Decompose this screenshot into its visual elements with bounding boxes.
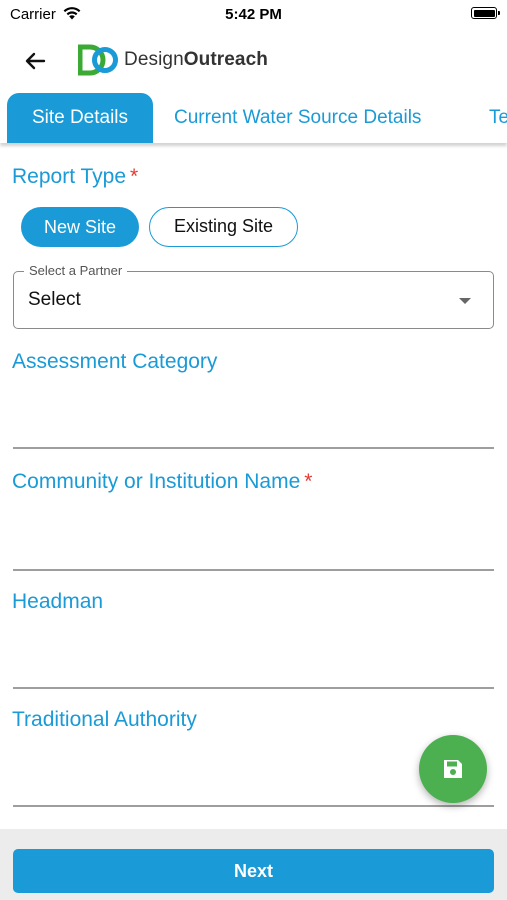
headman-label: Headman	[12, 590, 104, 613]
save-fab-button[interactable]	[419, 735, 487, 803]
brand-name: DesignOutreach	[124, 49, 268, 70]
report-type-label: Report Type *	[12, 165, 139, 188]
dropdown-caret-icon	[459, 298, 471, 304]
design-outreach-logo-icon	[78, 44, 118, 76]
headman-input[interactable]	[13, 636, 494, 686]
traditional-authority-underline	[13, 805, 494, 807]
clock: 5:42 PM	[225, 6, 282, 23]
tab-site-details[interactable]: Site Details	[7, 93, 153, 143]
required-marker: *	[304, 470, 313, 493]
tab-next-partial[interactable]: Te	[489, 93, 507, 143]
required-marker: *	[130, 165, 139, 188]
tab-bar: Site Details Current Water Source Detail…	[0, 93, 507, 143]
battery-icon	[471, 7, 500, 19]
community-name-underline	[13, 569, 494, 571]
status-bar: Carrier 5:42 PM	[0, 0, 507, 30]
new-site-chip[interactable]: New Site	[21, 207, 139, 247]
community-name-input[interactable]	[13, 518, 494, 568]
partner-select[interactable]: Select a Partner Select	[13, 263, 494, 329]
community-name-label: Community or Institution Name *	[12, 470, 313, 493]
back-arrow-icon[interactable]	[20, 46, 50, 76]
traditional-authority-label: Traditional Authority	[12, 708, 197, 731]
existing-site-chip[interactable]: Existing Site	[149, 207, 298, 247]
partner-select-legend: Select a Partner	[24, 263, 128, 278]
app-bar: DesignOutreach	[0, 32, 507, 88]
next-button[interactable]: Next	[13, 849, 494, 893]
assessment-category-underline	[13, 447, 494, 449]
headman-underline	[13, 687, 494, 689]
assessment-category-input[interactable]	[13, 396, 494, 446]
assessment-category-label: Assessment Category	[12, 350, 218, 373]
tab-current-water-source-details[interactable]: Current Water Source Details	[174, 93, 421, 143]
save-icon	[444, 760, 462, 778]
app-logo: DesignOutreach	[78, 44, 268, 76]
partner-select-value: Select	[28, 289, 81, 310]
